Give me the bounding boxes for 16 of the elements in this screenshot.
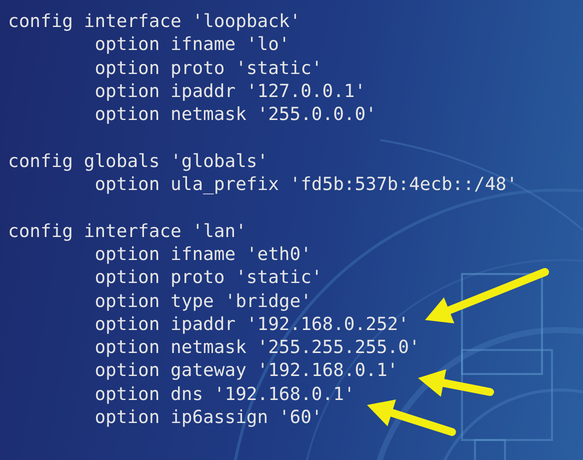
option-line: option ipaddr '127.0.0.1'	[94, 80, 366, 104]
option-line: option ipaddr '192.168.0.252'	[94, 312, 409, 336]
config-line: config interface 'loopback'	[8, 10, 301, 34]
option-line: option ifname 'lo'	[94, 33, 290, 57]
option-line: option proto 'static'	[94, 56, 322, 80]
config-line: config globals 'globals'	[8, 150, 268, 174]
option-line: option proto 'static'	[94, 266, 322, 290]
option-line: option netmask '255.255.255.0'	[94, 336, 420, 360]
option-line: option ip6assign '60'	[94, 406, 322, 430]
option-line: option ula_prefix 'fd5b:537b:4ecb::/48'	[94, 173, 518, 196]
option-line: option ifname 'eth0'	[94, 242, 312, 266]
option-line: option gateway '192.168.0.1'	[94, 359, 398, 383]
option-line: option netmask '255.0.0.0'	[94, 103, 376, 126]
option-line: option type 'bridge'	[94, 290, 312, 313]
option-line: option dns '192.168.0.1'	[94, 382, 355, 406]
config-line: config interface 'lan'	[8, 220, 246, 243]
